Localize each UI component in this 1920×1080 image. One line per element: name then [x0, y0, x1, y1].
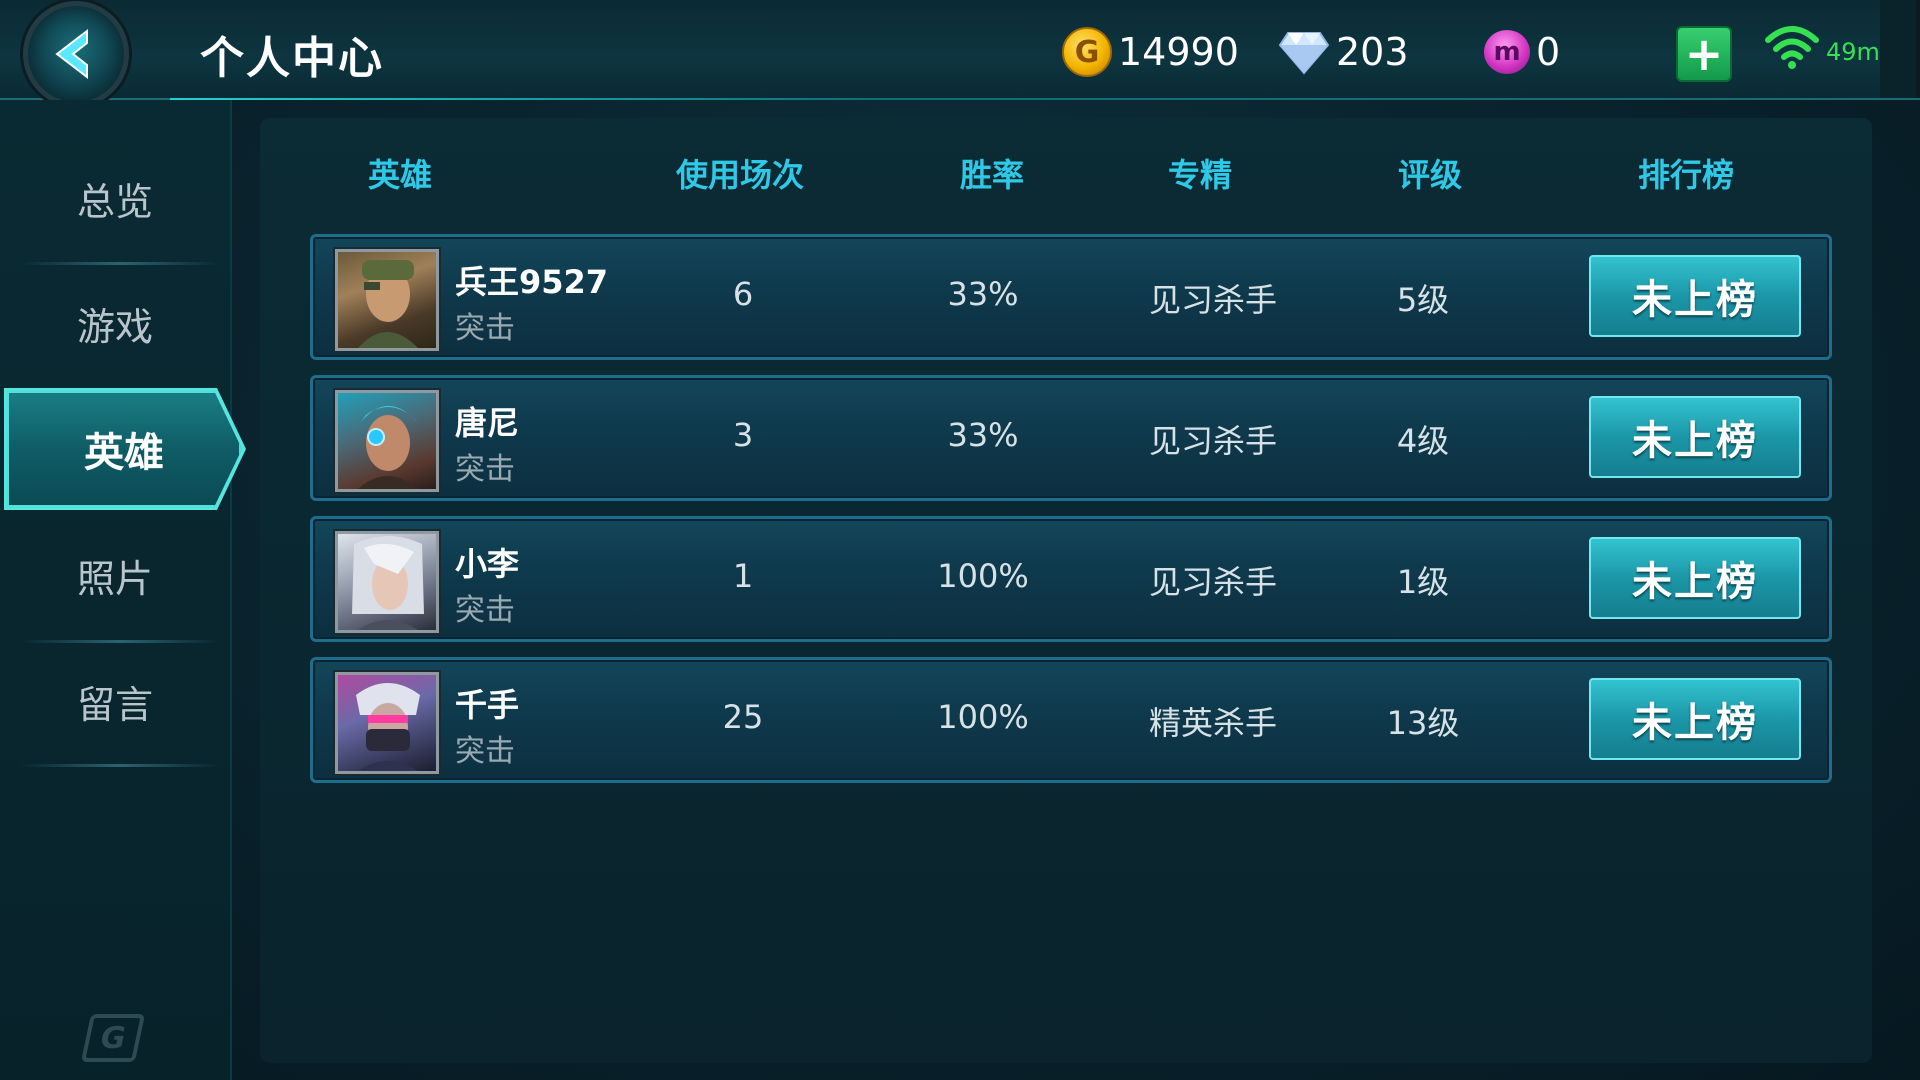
sidebar-divider [20, 764, 220, 767]
hero-role: 突击 [455, 734, 515, 769]
hero-name: 兵王9527 [455, 263, 609, 301]
ranking-button[interactable]: 未上榜 [1589, 678, 1801, 760]
wifi-icon [1765, 26, 1819, 69]
sidebar-item-heroes[interactable]: 英雄 [6, 390, 242, 508]
ranking-button[interactable]: 未上榜 [1589, 255, 1801, 337]
column-header-specialty: 专精 [1167, 156, 1232, 194]
sidebar-item-overview[interactable]: 总览 [0, 148, 230, 248]
gold-coin-icon: G [1062, 27, 1112, 77]
hero-level: 1级 [1396, 563, 1450, 601]
matches-played: 3 [732, 416, 754, 454]
corner-decoration [1880, 0, 1920, 98]
gem-currency: m 0 [1484, 22, 1560, 82]
sidebar-item-messages[interactable]: 留言 [0, 651, 230, 751]
hero-portrait [335, 672, 439, 774]
specialty: 精英杀手 [1148, 704, 1277, 742]
hero-level: 13级 [1386, 704, 1460, 742]
hero-level: 5级 [1396, 281, 1450, 319]
column-header-hero: 英雄 [367, 156, 432, 194]
hero-portrait [335, 390, 439, 492]
win-rate: 33% [947, 275, 1019, 313]
gem-amount: 0 [1536, 30, 1561, 74]
sidebar-divider [20, 640, 220, 643]
win-rate: 100% [937, 698, 1029, 736]
column-header-ranking: 排行榜 [1637, 156, 1734, 194]
table-row[interactable]: 兵王9527 突击 6 33% 见习杀手 5级 未上榜 [310, 234, 1832, 360]
matches-played: 25 [722, 698, 764, 736]
specialty: 见习杀手 [1148, 563, 1277, 601]
win-rate: 100% [937, 557, 1029, 595]
plus-icon: + [1684, 27, 1724, 81]
add-currency-button[interactable]: + [1676, 26, 1732, 82]
hero-name: 千手 [455, 686, 520, 724]
diamond-amount: 203 [1336, 30, 1409, 74]
hero-portrait [335, 531, 439, 633]
column-header-level: 评级 [1397, 156, 1462, 194]
sidebar-divider [20, 262, 220, 265]
hero-role: 突击 [455, 311, 515, 346]
ranking-button[interactable]: 未上榜 [1589, 537, 1801, 619]
hero-portrait [335, 249, 439, 351]
top-bar: 个人中心 G 14990 203 m 0 + 49ms [0, 0, 1920, 107]
hero-name: 唐尼 [455, 404, 520, 442]
diamond-icon [1278, 32, 1330, 75]
gold-currency: G 14990 [1062, 22, 1239, 82]
hero-level: 4级 [1396, 422, 1450, 460]
gold-amount: 14990 [1118, 30, 1239, 74]
page-title: 个人中心 [200, 33, 384, 84]
purple-gem-icon: m [1484, 30, 1530, 74]
column-header-win-rate: 胜率 [959, 156, 1024, 194]
table-row[interactable]: 千手 突击 25 100% 精英杀手 13级 未上榜 [310, 657, 1832, 783]
diamond-currency: 203 [1278, 22, 1409, 82]
column-header-matches: 使用场次 [675, 156, 804, 194]
back-button[interactable] [14, 1, 138, 107]
hero-role: 突击 [455, 452, 515, 487]
sidebar-item-games[interactable]: 游戏 [0, 273, 230, 373]
hero-role: 突击 [455, 593, 515, 628]
win-rate: 33% [947, 416, 1019, 454]
table-row[interactable]: 小李 突击 1 100% 见习杀手 1级 未上榜 [310, 516, 1832, 642]
matches-played: 6 [732, 275, 754, 313]
sidebar-item-photos[interactable]: 照片 [0, 525, 230, 625]
specialty: 见习杀手 [1148, 281, 1277, 319]
back-arrow-icon [23, 1, 129, 107]
game-logo-icon: G [80, 1014, 146, 1062]
table-row[interactable]: 唐尼 突击 3 33% 见习杀手 4级 未上榜 [310, 375, 1832, 501]
table-header: 英雄 使用场次 胜率 专精 评级 排行榜 [260, 140, 1872, 200]
ranking-button[interactable]: 未上榜 [1589, 396, 1801, 478]
hero-name: 小李 [455, 545, 520, 583]
specialty: 见习杀手 [1148, 422, 1277, 460]
network-status: 49ms [1764, 24, 1892, 70]
matches-played: 1 [732, 557, 754, 595]
